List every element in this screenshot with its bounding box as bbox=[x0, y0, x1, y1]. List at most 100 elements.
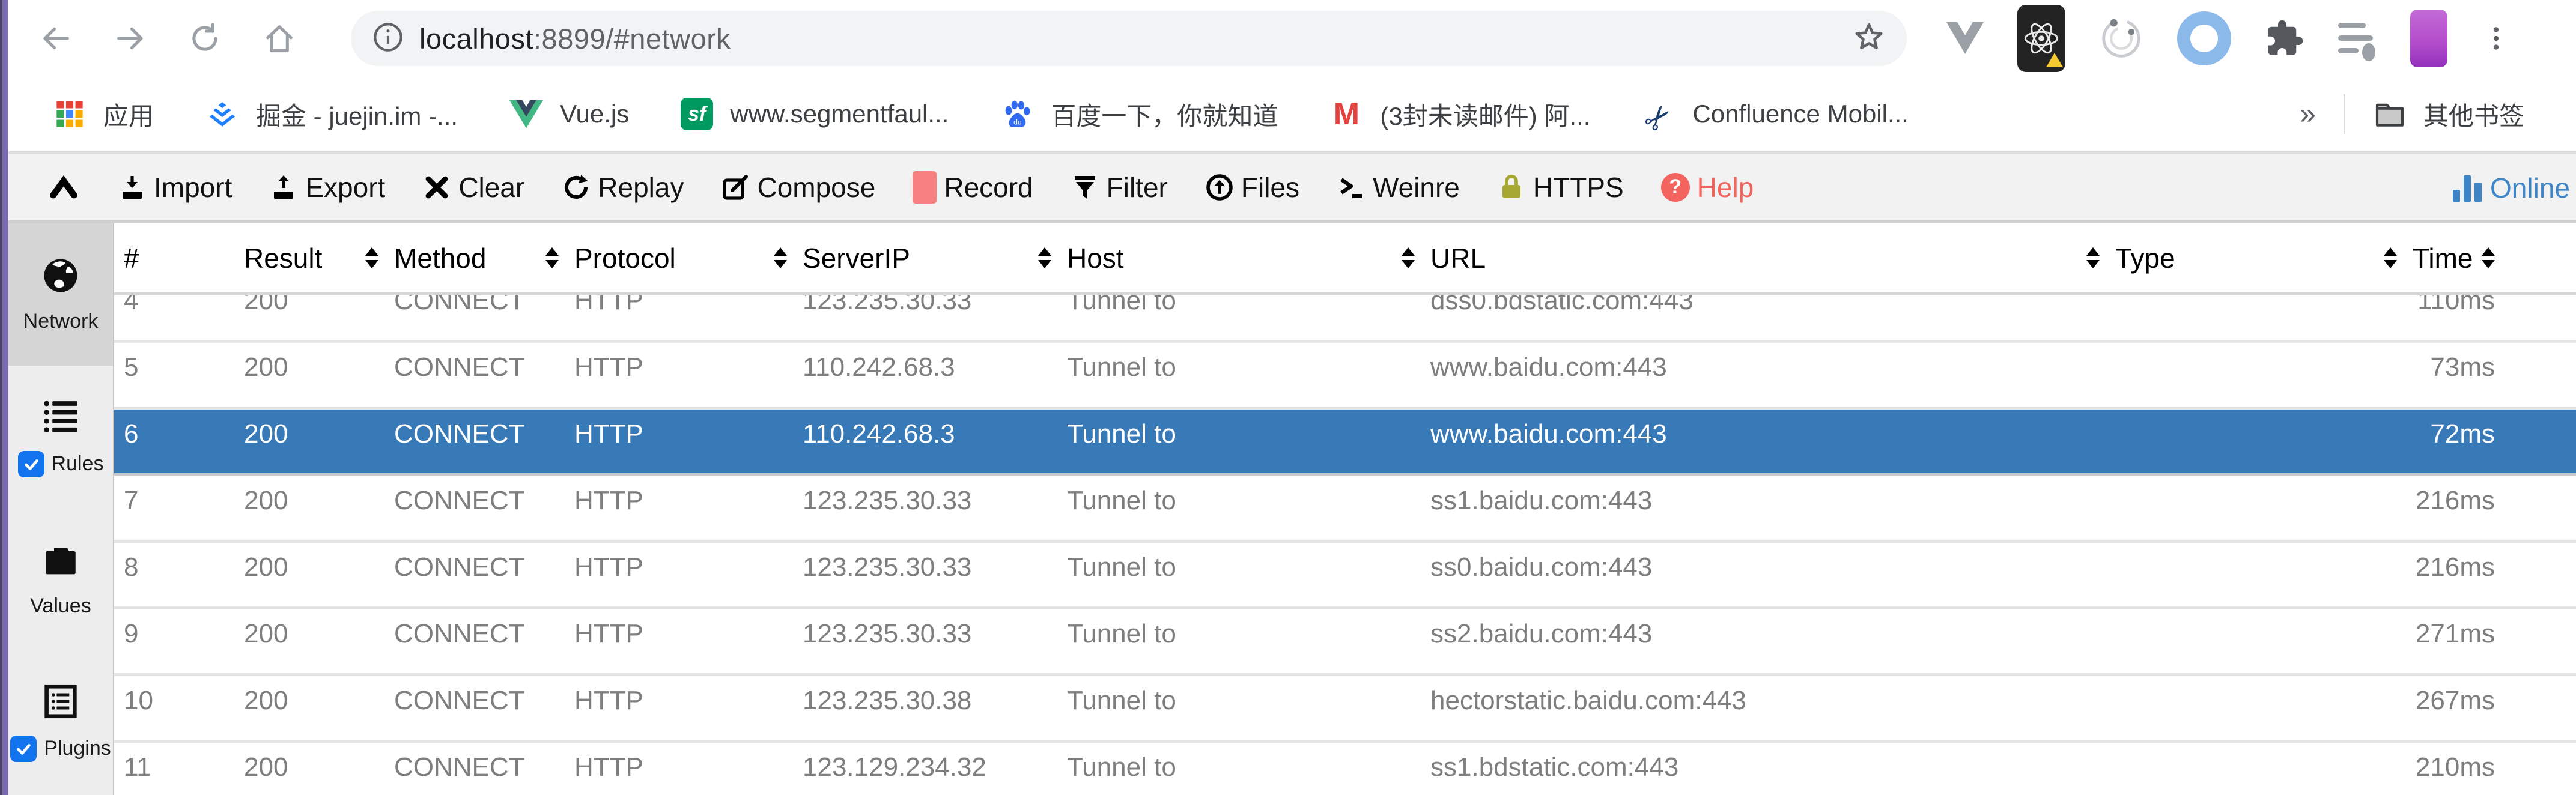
blue-ring-extension-icon[interactable] bbox=[2177, 11, 2231, 65]
home-icon[interactable] bbox=[258, 17, 300, 59]
help-label: Help bbox=[1697, 171, 1754, 204]
cell-serverip: 123.129.234.32 bbox=[793, 743, 1057, 795]
cell-method: CONNECT bbox=[384, 476, 565, 540]
table-row[interactable]: 4 200 CONNECT HTTP 123.235.30.33 Tunnel … bbox=[114, 295, 2576, 343]
table-row[interactable]: 5 200 CONNECT HTTP 110.242.68.3 Tunnel t… bbox=[114, 343, 2576, 410]
column-header-result[interactable]: Result bbox=[234, 242, 384, 274]
sidebar-item-values[interactable]: Values bbox=[8, 508, 113, 650]
rules-checkbox[interactable] bbox=[18, 451, 44, 477]
menu-dots-icon[interactable] bbox=[2481, 23, 2511, 53]
sidebar-item-rules[interactable]: Rules bbox=[8, 366, 113, 508]
bookmark-baidu[interactable]: du 百度一下，你就知道 bbox=[1000, 96, 1278, 133]
table-row[interactable]: 6 200 CONNECT HTTP 110.242.68.3 Tunnel t… bbox=[114, 410, 2576, 476]
extensions-puzzle-icon[interactable] bbox=[2265, 19, 2304, 58]
cell-url: hectorstatic.baidu.com:443 bbox=[1421, 676, 2106, 740]
sidebar-item-network[interactable]: Network bbox=[8, 223, 113, 366]
sort-carets-icon bbox=[1038, 247, 1051, 268]
online-status[interactable]: Online bbox=[2453, 171, 2576, 204]
cell-num: 11 bbox=[114, 743, 234, 795]
sort-carets-icon bbox=[774, 247, 787, 268]
cell-num: 5 bbox=[114, 343, 234, 407]
reading-list-icon[interactable] bbox=[2338, 22, 2377, 55]
reload-icon[interactable] bbox=[184, 17, 226, 59]
clear-button[interactable]: Clear bbox=[422, 171, 524, 204]
cell-type bbox=[2106, 343, 2403, 407]
column-header-num[interactable]: # bbox=[114, 242, 234, 274]
compose-icon bbox=[721, 173, 750, 202]
cell-time: 110ms bbox=[2403, 295, 2576, 340]
cell-result: 200 bbox=[234, 343, 384, 407]
confluence-scissors-icon: ✂ bbox=[1635, 91, 1683, 138]
column-header-url[interactable]: URL bbox=[1421, 242, 2106, 274]
bookmark-mail[interactable]: M (3封未读邮件) 阿... bbox=[1329, 96, 1590, 133]
column-header-type[interactable]: Type bbox=[2106, 242, 2403, 274]
sort-carets-icon bbox=[365, 247, 378, 268]
weinre-label: Weinre bbox=[1373, 171, 1460, 204]
back-icon[interactable] bbox=[35, 17, 77, 59]
orbit-extension-icon[interactable] bbox=[2099, 16, 2143, 61]
import-button[interactable]: Import bbox=[118, 171, 232, 204]
export-icon bbox=[269, 173, 298, 202]
compose-button[interactable]: Compose bbox=[721, 171, 875, 204]
sidebar-item-label: Rules bbox=[52, 452, 104, 476]
bookmark-confluence[interactable]: ✂ Confluence Mobil... bbox=[1642, 97, 1909, 131]
vue-extension-icon[interactable] bbox=[1946, 22, 1984, 55]
table-row[interactable]: 8 200 CONNECT HTTP 123.235.30.33 Tunnel … bbox=[114, 543, 2576, 609]
chevron-up-icon[interactable] bbox=[48, 175, 79, 199]
whistle-toolbar: Import Export Clear Replay Compose Recor… bbox=[8, 151, 2576, 223]
browser-chrome: localhost:8899/#network bbox=[8, 0, 2576, 77]
sidebar-item-plugins[interactable]: Plugins bbox=[8, 650, 113, 793]
network-table-header: # Result Method Protocol ServerIP Host bbox=[114, 223, 2576, 295]
bookmark-juejin[interactable]: 掘金 - juejin.im -... bbox=[205, 96, 458, 133]
plugins-checkbox[interactable] bbox=[10, 736, 37, 762]
https-label: HTTPS bbox=[1533, 171, 1624, 204]
column-header-host[interactable]: Host bbox=[1057, 242, 1421, 274]
bookmark-vuejs[interactable]: Vue.js bbox=[509, 97, 629, 131]
bookmark-star-icon[interactable] bbox=[1853, 21, 1885, 56]
info-icon[interactable] bbox=[372, 22, 404, 56]
clipboard-list-icon bbox=[41, 682, 80, 721]
import-label: Import bbox=[154, 171, 232, 204]
url-text[interactable]: localhost:8899/#network bbox=[419, 22, 731, 55]
network-table-body: 4 200 CONNECT HTTP 123.235.30.33 Tunnel … bbox=[114, 295, 2576, 795]
address-bar[interactable]: localhost:8899/#network bbox=[351, 11, 1907, 66]
cell-method: CONNECT bbox=[384, 343, 565, 407]
react-devtools-icon[interactable] bbox=[2017, 5, 2065, 72]
warning-triangle-icon bbox=[2046, 53, 2063, 67]
https-lock-icon bbox=[1497, 173, 1526, 202]
filter-funnel-icon bbox=[1071, 173, 1099, 202]
bookmark-apps[interactable]: 应用 bbox=[53, 96, 154, 133]
https-button[interactable]: HTTPS bbox=[1497, 171, 1624, 204]
table-row[interactable]: 11 200 CONNECT HTTP 123.129.234.32 Tunne… bbox=[114, 743, 2576, 795]
table-row[interactable]: 10 200 CONNECT HTTP 123.235.30.38 Tunnel… bbox=[114, 676, 2576, 743]
cell-num: 4 bbox=[114, 295, 234, 340]
bookmark-segmentfault[interactable]: sf www.segmentfaul... bbox=[681, 98, 949, 130]
cell-result: 200 bbox=[234, 476, 384, 540]
files-button[interactable]: Files bbox=[1205, 171, 1299, 204]
weinre-button[interactable]: Weinre bbox=[1337, 171, 1460, 204]
help-button[interactable]: ? Help bbox=[1661, 171, 1754, 204]
column-header-time[interactable]: Time bbox=[2403, 242, 2576, 274]
column-header-protocol[interactable]: Protocol bbox=[565, 242, 793, 274]
cell-url: ss0.baidu.com:443 bbox=[1421, 543, 2106, 606]
column-header-serverip[interactable]: ServerIP bbox=[793, 242, 1057, 274]
bookmark-label: 掘金 - juejin.im -... bbox=[256, 96, 458, 133]
online-label: Online bbox=[2490, 172, 2570, 204]
other-bookmarks[interactable]: 其他书签 bbox=[2373, 96, 2524, 133]
cell-protocol: HTTP bbox=[565, 410, 793, 473]
profile-avatar[interactable] bbox=[2410, 10, 2447, 67]
cell-result: 200 bbox=[234, 676, 384, 740]
forward-icon[interactable] bbox=[109, 17, 151, 59]
bookmarks-overflow-chevron[interactable]: » bbox=[2300, 98, 2316, 131]
export-button[interactable]: Export bbox=[269, 171, 385, 204]
replay-button[interactable]: Replay bbox=[562, 171, 684, 204]
column-header-method[interactable]: Method bbox=[384, 242, 565, 274]
cell-time: 267ms bbox=[2403, 676, 2576, 740]
record-swatch-icon bbox=[913, 171, 937, 204]
record-button[interactable]: Record bbox=[913, 171, 1033, 204]
table-row[interactable]: 7 200 CONNECT HTTP 123.235.30.33 Tunnel … bbox=[114, 476, 2576, 543]
cell-protocol: HTTP bbox=[565, 676, 793, 740]
cell-serverip: 123.235.30.33 bbox=[793, 476, 1057, 540]
table-row[interactable]: 9 200 CONNECT HTTP 123.235.30.33 Tunnel … bbox=[114, 609, 2576, 676]
filter-button[interactable]: Filter bbox=[1071, 171, 1168, 204]
